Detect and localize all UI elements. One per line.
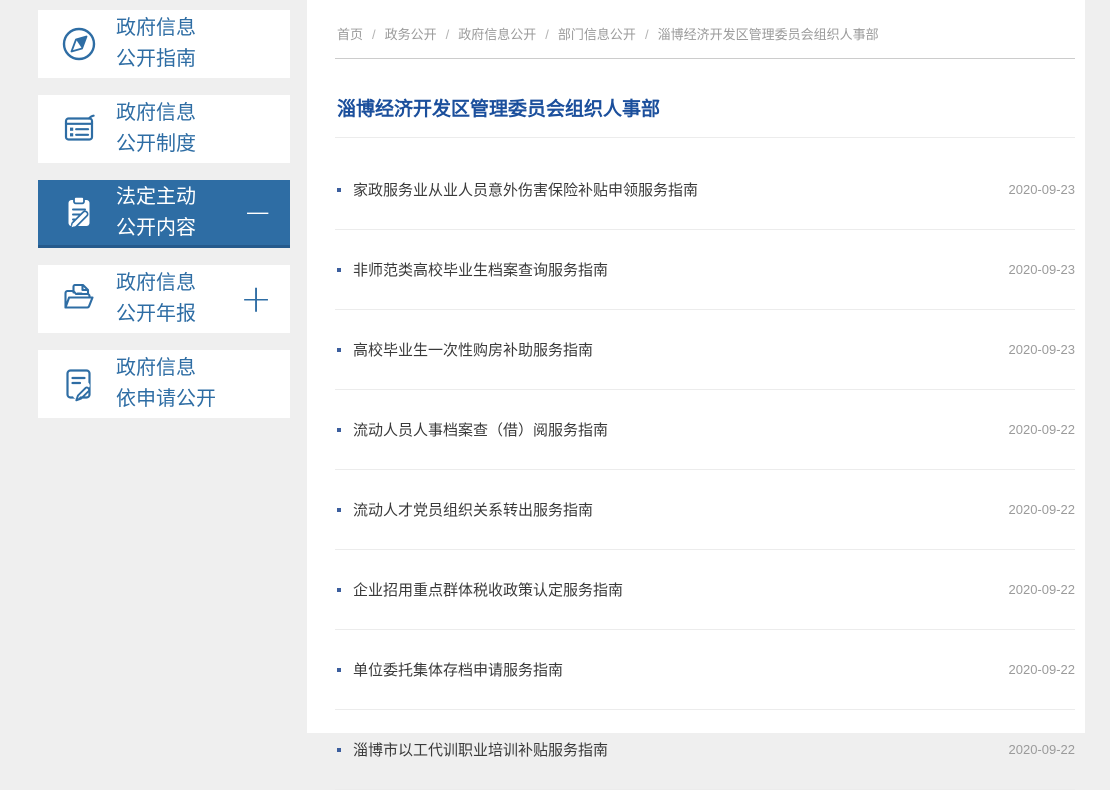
breadcrumb-separator: / [545,27,549,42]
bullet-icon [337,668,341,672]
sidebar: 政府信息公开指南 政府信息公开制度 法定主动公开内容 − 政府信息公开年报 + … [38,10,290,435]
sidebar-item-3[interactable]: 法定主动公开内容 − [38,180,290,248]
document-edit-icon [59,364,99,404]
sidebar-item-4[interactable]: 政府信息公开年报 + [38,265,290,333]
bullet-icon [337,588,341,592]
page: { "theme": { "accent": "#2e6da4", "activ… [0,0,1110,733]
article-date: 2020-09-22 [1009,742,1076,757]
sidebar-item-label: 政府信息公开指南 [116,13,196,75]
article-link[interactable]: 非师范类高校毕业生档案查询服务指南 [353,259,608,280]
list-item: 家政服务业从业人员意外伤害保险补贴申领服务指南 2020-09-23 [335,150,1075,230]
plus-icon[interactable]: + [240,280,272,318]
article-date: 2020-09-23 [1009,342,1076,357]
page-title: 淄博经济开发区管理委员会组织人事部 [335,72,1075,138]
article-link[interactable]: 家政服务业从业人员意外伤害保险补贴申领服务指南 [353,179,698,200]
list-item: 单位委托集体存档申请服务指南 2020-09-22 [335,630,1075,710]
sidebar-item-5[interactable]: 政府信息依申请公开 [38,350,290,418]
article-link[interactable]: 高校毕业生一次性购房补助服务指南 [353,339,593,360]
sidebar-item-label: 政府信息公开年报 [116,268,196,330]
article-date: 2020-09-22 [1009,582,1076,597]
article-date: 2020-09-22 [1009,422,1076,437]
breadcrumb-item-1[interactable]: 首页 [337,27,363,42]
sidebar-item-label: 法定主动公开内容 [116,182,196,244]
article-link[interactable]: 企业招用重点群体税收政策认定服务指南 [353,579,623,600]
sidebar-item-label: 政府信息公开制度 [116,98,196,160]
article-list: 家政服务业从业人员意外伤害保险补贴申领服务指南 2020-09-23 非师范类高… [335,150,1075,790]
sidebar-item-2[interactable]: 政府信息公开制度 [38,95,290,163]
breadcrumb-item-2[interactable]: 政务公开 [385,27,437,42]
compass-icon [59,24,99,64]
bullet-icon [337,188,341,192]
breadcrumb-item-5: 淄博经济开发区管理委员会组织人事部 [658,27,879,42]
article-date: 2020-09-22 [1009,502,1076,517]
breadcrumb-item-4[interactable]: 部门信息公开 [558,27,636,42]
sidebar-item-1[interactable]: 政府信息公开指南 [38,10,290,78]
article-date: 2020-09-23 [1009,262,1076,277]
minus-icon[interactable]: − [244,196,273,230]
article-date: 2020-09-22 [1009,662,1076,677]
list-item: 流动人才党员组织关系转出服务指南 2020-09-22 [335,470,1075,550]
breadcrumb-separator: / [372,27,376,42]
bullet-icon [337,748,341,752]
article-link[interactable]: 淄博市以工代训职业培训补贴服务指南 [353,739,608,760]
bullet-icon [337,268,341,272]
breadcrumb: 首页 / 政务公开 / 政府信息公开 / 部门信息公开 / 淄博经济开发区管理委员会组织人事部 [335,0,1075,59]
breadcrumb-item-3[interactable]: 政府信息公开 [458,27,536,42]
breadcrumb-separator: / [645,27,649,42]
list-item: 流动人员人事档案查（借）阅服务指南 2020-09-22 [335,390,1075,470]
breadcrumb-separator: / [446,27,450,42]
article-link[interactable]: 流动人才党员组织关系转出服务指南 [353,499,593,520]
bullet-icon [337,428,341,432]
article-date: 2020-09-23 [1009,182,1076,197]
content-panel: 首页/政务公开/政府信息公开/部门信息公开/淄博经济开发区管理委员会组织人事部 … [307,0,1085,733]
article-link[interactable]: 单位委托集体存档申请服务指南 [353,659,563,680]
list-item: 非师范类高校毕业生档案查询服务指南 2020-09-23 [335,230,1075,310]
bullet-icon [337,348,341,352]
article-link[interactable]: 流动人员人事档案查（借）阅服务指南 [353,419,608,440]
list-item: 高校毕业生一次性购房补助服务指南 2020-09-23 [335,310,1075,390]
list-item: 淄博市以工代训职业培训补贴服务指南 2020-09-22 [335,710,1075,790]
sidebar-item-label: 政府信息依申请公开 [116,353,216,415]
folder-icon [59,279,99,319]
bullet-icon [337,508,341,512]
clipboard-edit-icon [59,193,99,233]
list-item: 企业招用重点群体税收政策认定服务指南 2020-09-22 [335,550,1075,630]
ledger-icon [59,109,99,149]
